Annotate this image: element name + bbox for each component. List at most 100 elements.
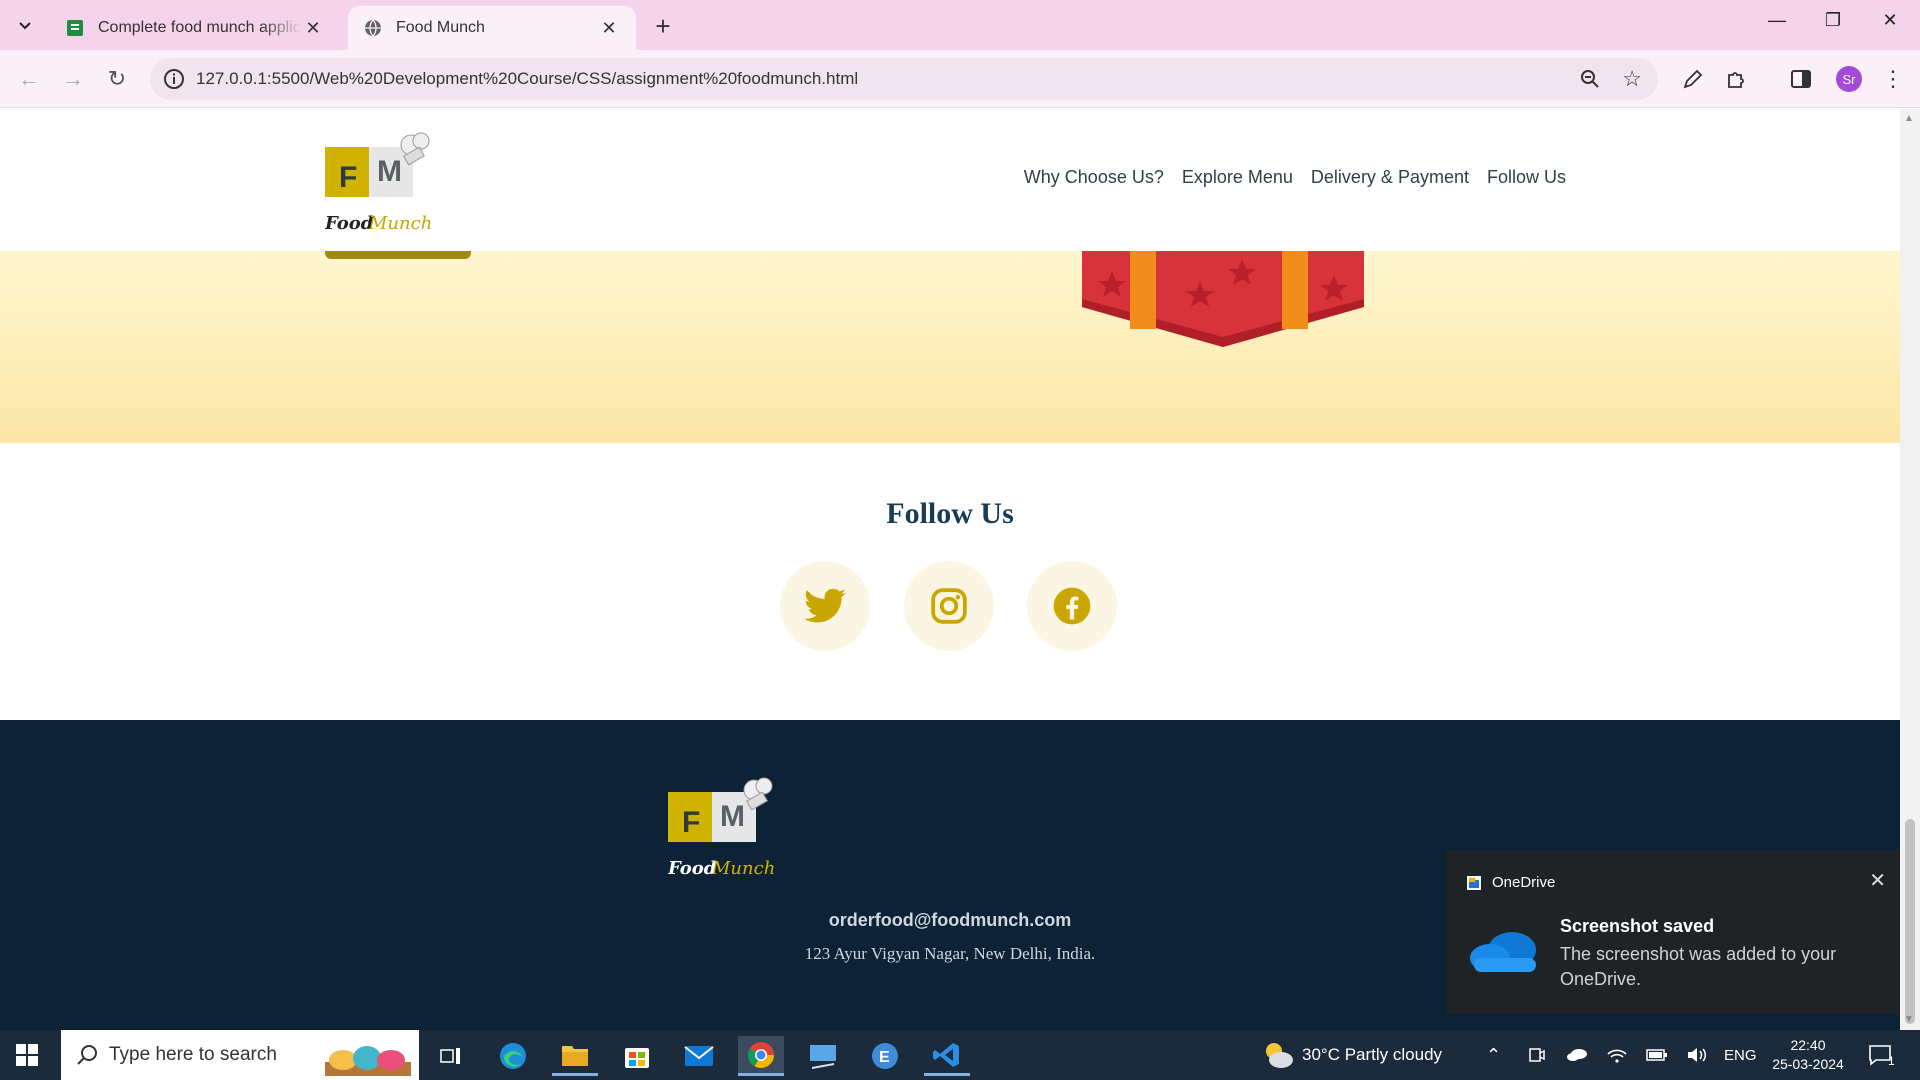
instagram-button[interactable]: [904, 561, 994, 651]
svg-text:E: E: [879, 1049, 890, 1066]
new-tab-button[interactable]: +: [650, 11, 676, 42]
logo-letter-m: M: [377, 155, 402, 188]
logo-letter-m: M: [720, 800, 745, 833]
bookmark-star-icon[interactable]: ☆: [1622, 66, 1642, 92]
clock-date: 25-03-2024: [1772, 1056, 1844, 1072]
forward-button[interactable]: →: [58, 64, 88, 94]
extensions-puzzle-icon[interactable]: [1723, 66, 1749, 92]
food-munch-logo[interactable]: F M Food Munch: [324, 129, 437, 246]
weather-widget[interactable]: 30°C Partly cloudy: [1262, 1030, 1442, 1080]
file-explorer-icon[interactable]: [552, 1036, 598, 1076]
logo-letter-f: F: [339, 161, 357, 194]
volume-icon[interactable]: [1686, 1030, 1708, 1080]
holi-colors-search-highlight-icon: [325, 1046, 411, 1076]
follow-us-heading: Follow Us: [886, 497, 1014, 530]
logo-mark: F M Food Munch: [667, 777, 775, 879]
taskbar-search-box[interactable]: Type here to search: [61, 1030, 419, 1080]
close-window-button[interactable]: ✕: [1870, 10, 1910, 31]
scrollbar-thumb[interactable]: [1905, 819, 1915, 1024]
main-nav: Why Choose Us? Explore Menu Delivery & P…: [1024, 167, 1566, 188]
restore-button[interactable]: ❐: [1813, 10, 1853, 31]
clock-time: 22:40: [1790, 1037, 1826, 1053]
edge-browser-icon[interactable]: [490, 1036, 536, 1076]
page-scrollbar[interactable]: ▲ ▼: [1900, 109, 1920, 1030]
show-hidden-icons-chevron-up-icon[interactable]: ⌃: [1486, 1030, 1501, 1080]
remote-desktop-icon[interactable]: [800, 1036, 846, 1076]
profile-avatar[interactable]: Sr: [1836, 66, 1862, 92]
search-icon: [77, 1045, 97, 1065]
wifi-icon[interactable]: [1606, 1030, 1628, 1080]
notification-title: Screenshot saved: [1560, 916, 1715, 936]
twitter-icon: [804, 588, 846, 623]
facebook-icon: [1053, 587, 1091, 625]
notification-center-icon[interactable]: 1: [1868, 1030, 1895, 1080]
search-placeholder: Type here to search: [109, 1044, 277, 1065]
menu-kebab-icon[interactable]: ⋮: [1880, 66, 1906, 92]
close-tab-icon[interactable]: ✕: [598, 18, 620, 39]
globe-icon: [365, 19, 381, 37]
task-view-icon[interactable]: [428, 1036, 474, 1076]
twitter-button[interactable]: [780, 561, 870, 651]
browser-toolbar: ← → ↻ 127.0.0.1:5500/Web%20Development%2…: [0, 50, 1920, 108]
tab-food-munch-assignment[interactable]: Complete food munch applicati ✕: [50, 6, 340, 50]
chrome-browser-icon[interactable]: [738, 1036, 784, 1076]
notification-body: The screenshot was added to your OneDriv…: [1560, 944, 1837, 989]
nav-follow-us[interactable]: Follow Us: [1487, 167, 1566, 188]
instagram-icon: [931, 588, 967, 624]
meet-now-icon[interactable]: [1528, 1030, 1546, 1080]
taskbar-clock[interactable]: 22:40 25-03-2024: [1768, 1036, 1848, 1074]
side-panel-icon[interactable]: [1788, 66, 1814, 92]
partly-cloudy-icon: [1266, 1043, 1293, 1068]
nav-explore-menu[interactable]: Explore Menu: [1182, 167, 1293, 188]
onedrive-tray-icon[interactable]: [1566, 1030, 1588, 1080]
notification-app: OneDrive: [1466, 874, 1555, 891]
weather-text: 30°C Partly cloudy: [1302, 1045, 1443, 1064]
url-text[interactable]: 127.0.0.1:5500/Web%20Development%20Cours…: [196, 69, 858, 89]
address-bar[interactable]: 127.0.0.1:5500/Web%20Development%20Cours…: [150, 58, 1658, 100]
footer-logo[interactable]: F M Food Munch: [667, 774, 780, 891]
battery-icon[interactable]: [1646, 1030, 1668, 1080]
close-notification-icon[interactable]: ✕: [1869, 868, 1886, 893]
logo-mark: F M Food Munch: [324, 132, 432, 234]
start-windows-icon[interactable]: [16, 1044, 38, 1066]
google-forms-icon: [67, 20, 83, 36]
vscode-icon[interactable]: [924, 1036, 970, 1076]
tab-title: Food Munch: [396, 19, 485, 36]
nav-delivery-payment[interactable]: Delivery & Payment: [1311, 167, 1469, 188]
edit-pen-icon[interactable]: [1680, 66, 1706, 92]
logo-word-munch: Munch: [711, 858, 775, 879]
tab-food-munch[interactable]: Food Munch ✕: [348, 6, 636, 50]
minimize-button[interactable]: —: [1757, 10, 1797, 31]
mail-icon[interactable]: [676, 1036, 722, 1076]
scroll-up-arrow[interactable]: ▲: [1904, 113, 1914, 124]
e-app-icon[interactable]: E: [862, 1036, 908, 1076]
chevron-down-icon: [19, 22, 31, 30]
nav-why-choose-us[interactable]: Why Choose Us?: [1024, 167, 1164, 188]
close-tab-icon[interactable]: ✕: [302, 18, 324, 39]
notification-app-name: OneDrive: [1492, 874, 1556, 891]
site-info-icon[interactable]: [162, 67, 186, 91]
site-navbar: F M Food Munch Why Choose Us? Explore Me…: [0, 109, 1900, 251]
tab-title: Complete food munch applicati: [98, 19, 302, 36]
windows-taskbar: Type here to search E 30°C Partly cloudy…: [0, 1030, 1920, 1080]
language-indicator[interactable]: ENG: [1724, 1030, 1757, 1080]
follow-us-section: Follow Us: [0, 443, 1900, 720]
facebook-button[interactable]: [1027, 561, 1117, 651]
logo-word-food: Food: [325, 213, 374, 234]
browser-tab-bar: Complete food munch applicati ✕ Food Mun…: [0, 0, 1920, 50]
onedrive-app-icon: [1467, 875, 1481, 890]
logo-letter-f: F: [682, 806, 700, 839]
onedrive-cloud-icon: [1470, 932, 1536, 972]
offer-section: [0, 247, 1900, 443]
reload-button[interactable]: ↻: [102, 64, 132, 94]
scroll-down-arrow[interactable]: ▼: [1904, 1014, 1914, 1025]
zoom-icon[interactable]: [1578, 67, 1602, 91]
microsoft-store-icon[interactable]: [614, 1036, 660, 1076]
back-button[interactable]: ←: [14, 64, 44, 94]
logo-word-food: Food: [668, 858, 717, 879]
gift-box-image: [1082, 251, 1364, 347]
onedrive-notification[interactable]: OneDrive ✕ Screenshot saved The screensh…: [1446, 850, 1900, 1014]
notification-count-badge: 1: [1888, 1054, 1895, 1068]
tab-search-button[interactable]: [12, 12, 38, 38]
logo-word-munch: Munch: [368, 213, 432, 234]
